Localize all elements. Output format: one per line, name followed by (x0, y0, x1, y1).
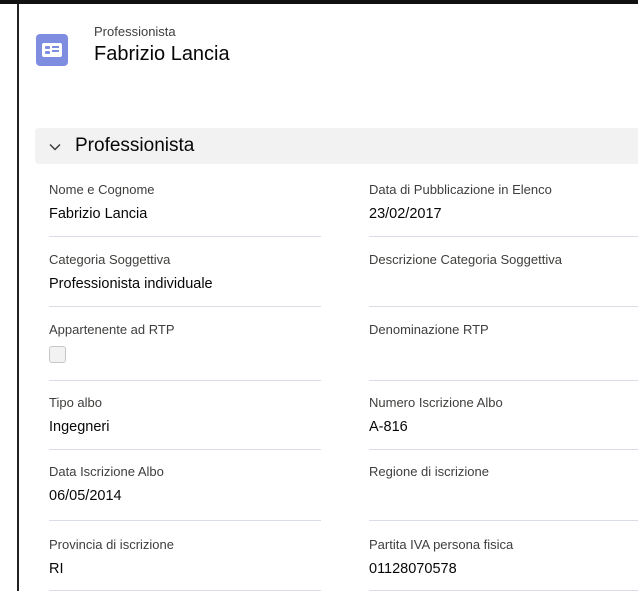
field-label: Descrizione Categoria Soggettiva (369, 252, 562, 267)
field-value: Ingegneri (49, 419, 110, 435)
field-divider (49, 520, 321, 521)
section-toggle-professionista[interactable]: Professionista (35, 128, 638, 164)
field-label: Appartenente ad RTP (49, 322, 175, 337)
field-partita-iva: Partita IVA persona fisica 01128070578 (369, 536, 638, 591)
field-label: Regione di iscrizione (369, 464, 489, 479)
field-divider (369, 449, 638, 450)
field-value: Professionista individuale (49, 276, 213, 292)
field-value (369, 487, 638, 505)
field-label: Denominazione RTP (369, 322, 489, 337)
field-value: A-816 (369, 419, 408, 435)
field-provincia-iscrizione: Provincia di iscrizione RI (49, 536, 321, 591)
field-descrizione-categoria: Descrizione Categoria Soggettiva (369, 251, 638, 307)
section-title: Professionista (75, 135, 195, 156)
field-data-pubblicazione: Data di Pubblicazione in Elenco 23/02/20… (369, 181, 638, 237)
field-nome-cognome: Nome e Cognome Fabrizio Lancia (49, 181, 321, 237)
field-divider (49, 449, 321, 450)
field-value: 23/02/2017 (369, 206, 442, 222)
field-value: RI (49, 561, 64, 577)
field-value (369, 345, 638, 363)
field-label: Partita IVA persona fisica (369, 537, 514, 552)
field-divider (49, 380, 321, 381)
record-title: Fabrizio Lancia (94, 43, 230, 65)
field-regione-iscrizione: Regione di iscrizione (369, 463, 638, 521)
field-label: Data di Pubblicazione in Elenco (369, 182, 552, 197)
field-label: Provincia di iscrizione (49, 537, 174, 552)
field-label: Numero Iscrizione Albo (369, 395, 503, 410)
field-categoria-soggettiva: Categoria Soggettiva Professionista indi… (49, 251, 321, 307)
field-divider (369, 236, 638, 237)
field-data-iscrizione: Data Iscrizione Albo 06/05/2014 (49, 463, 321, 521)
record-header: Professionista Fabrizio Lancia (19, 4, 638, 104)
record-object-type: Professionista (94, 24, 176, 39)
field-label: Tipo albo (49, 395, 102, 410)
field-divider (49, 306, 321, 307)
field-divider (49, 236, 321, 237)
field-denominazione-rtp: Denominazione RTP (369, 321, 638, 381)
field-label: Data Iscrizione Albo (49, 464, 164, 479)
field-divider (369, 306, 638, 307)
contact-card-icon (36, 34, 68, 66)
chevron-down-icon (49, 143, 61, 151)
field-value: 06/05/2014 (49, 488, 122, 504)
appartenente-rtp-checkbox[interactable] (49, 346, 66, 363)
field-appartenente-rtp: Appartenente ad RTP (49, 321, 321, 381)
field-divider (369, 520, 638, 521)
field-numero-iscrizione: Numero Iscrizione Albo A-816 (369, 394, 638, 450)
field-divider (369, 380, 638, 381)
field-value: 01128070578 (369, 561, 457, 577)
field-label: Nome e Cognome (49, 182, 155, 197)
field-value: Fabrizio Lancia (49, 206, 148, 222)
field-value (369, 275, 638, 293)
field-tipo-albo: Tipo albo Ingegneri (49, 394, 321, 450)
field-label: Categoria Soggettiva (49, 252, 171, 267)
